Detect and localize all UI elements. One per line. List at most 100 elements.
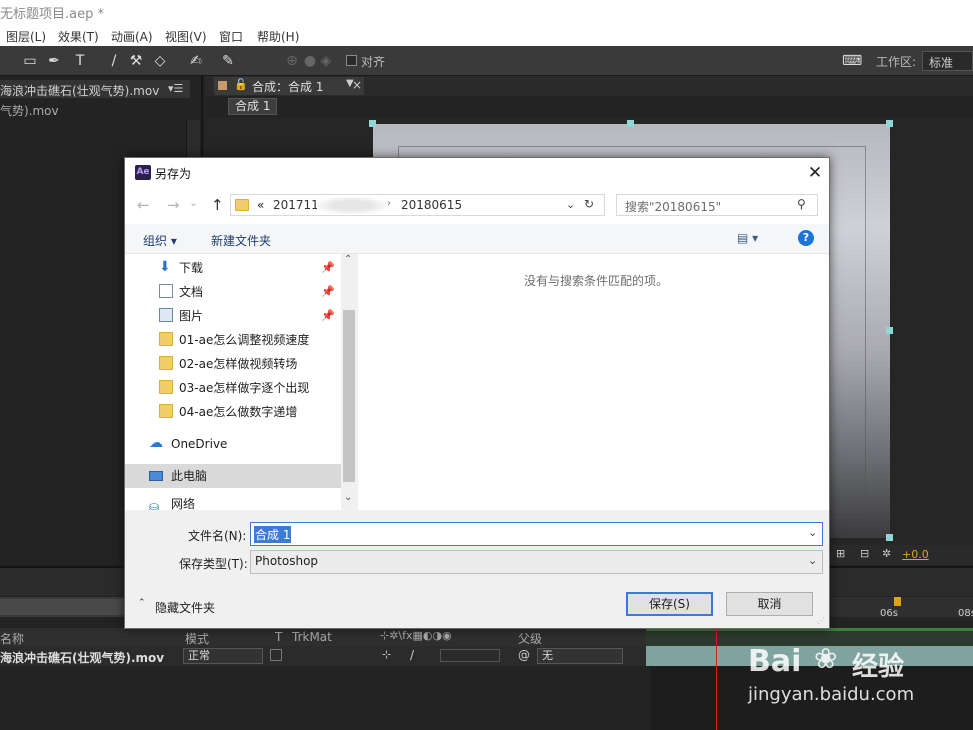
sidebar-item-label: OneDrive bbox=[171, 437, 228, 451]
file-list-pane[interactable]: 没有与搜索条件匹配的项。 bbox=[358, 254, 829, 510]
channel-icon[interactable]: ⊟ bbox=[860, 547, 869, 560]
sidebar-item-this-pc[interactable]: 此电脑 bbox=[125, 464, 341, 488]
menu-item-effect[interactable]: 效果(T) bbox=[58, 28, 99, 45]
menu-item-help[interactable]: 帮助(H) bbox=[257, 28, 299, 45]
region-icon[interactable]: ⊞ bbox=[836, 547, 845, 560]
search-input[interactable]: 搜索"20180615" ⚲ bbox=[616, 194, 818, 216]
view-options-icon[interactable]: ▤ ▾ bbox=[737, 231, 758, 245]
sidebar-item-folder-02[interactable]: 02-ae怎样做视频转场 bbox=[125, 352, 341, 376]
handle-bottom-right[interactable] bbox=[886, 534, 893, 541]
history-chevron-icon[interactable]: ⌄ bbox=[189, 196, 198, 209]
after-effects-icon: Ae bbox=[135, 165, 151, 180]
filetype-select[interactable]: Photoshop ⌄ bbox=[250, 550, 823, 574]
switches-boxes[interactable] bbox=[440, 649, 500, 662]
filename-field[interactable]: 合成 1 ⌄ bbox=[250, 522, 823, 546]
layer-mode-select[interactable]: 正常 bbox=[183, 648, 263, 664]
comp-breadcrumb[interactable]: 合成 1 bbox=[228, 98, 278, 115]
organize-button[interactable]: 组织 ▾ bbox=[143, 232, 177, 249]
address-overflow[interactable]: « bbox=[257, 198, 264, 212]
menu-item-window[interactable]: 窗口 bbox=[219, 28, 243, 45]
handle-top-left[interactable] bbox=[369, 120, 376, 127]
close-icon[interactable]: ✕ bbox=[803, 162, 827, 184]
puppet-pin-tool-icon[interactable]: ✎ bbox=[218, 51, 238, 71]
filename-value[interactable]: 合成 1 bbox=[254, 526, 292, 543]
tab-composition[interactable]: 🔓 合成：合成 1 ▼ bbox=[214, 77, 364, 95]
document-icon bbox=[159, 284, 173, 298]
roto-brush-tool-icon[interactable]: ✍ bbox=[186, 51, 206, 71]
exposure-value[interactable]: +0.0 bbox=[902, 548, 929, 561]
work-area-end-marker[interactable] bbox=[894, 597, 901, 606]
column-parent: 父级 bbox=[518, 632, 543, 646]
brush-tool-icon[interactable]: / bbox=[104, 51, 124, 71]
filetype-dropdown-icon[interactable]: ⌄ bbox=[808, 554, 817, 567]
shy-icon[interactable]: ⊹ bbox=[382, 648, 391, 661]
refresh-icon[interactable]: ↻ bbox=[584, 197, 594, 211]
chevron-up-icon[interactable]: ⌃ bbox=[138, 598, 146, 608]
handle-mid-right[interactable] bbox=[886, 327, 893, 334]
sidebar-item-documents[interactable]: 文档 📌 bbox=[125, 280, 341, 304]
project-item-tab[interactable]: 海浪冲击礁石(壮观气势).mov bbox=[0, 80, 190, 98]
pin-icon[interactable]: 📌 bbox=[321, 280, 335, 304]
dialog-title-bar: Ae 另存为 ✕ bbox=[125, 158, 829, 188]
menu-item-animation[interactable]: 动画(A) bbox=[111, 28, 153, 45]
pin-icon[interactable]: 📌 bbox=[321, 304, 335, 328]
search-placeholder: 搜索"20180615" bbox=[625, 200, 722, 214]
filename-dropdown-icon[interactable]: ⌄ bbox=[808, 526, 817, 539]
panel-menu-icon[interactable]: ▾☰ bbox=[168, 82, 183, 95]
align-checkbox[interactable] bbox=[346, 55, 357, 66]
rectangle-tool-icon[interactable]: ▭ bbox=[20, 51, 40, 71]
file-fields: 文件名(N): 合成 1 ⌄ 保存类型(T): Photoshop ⌄ bbox=[125, 510, 829, 580]
hide-folders-button[interactable]: 隐藏文件夹 bbox=[155, 599, 215, 616]
fast-preview-icon[interactable]: ✲ bbox=[882, 547, 891, 560]
resize-grip-icon[interactable]: ⋰ bbox=[817, 616, 825, 625]
search-icon[interactable]: ⚲ bbox=[797, 197, 806, 211]
sidebar-item-folder-01[interactable]: 01-ae怎么调整视频速度 bbox=[125, 328, 341, 352]
handle-top-right[interactable] bbox=[886, 120, 893, 127]
watermark-brand: Bai bbox=[748, 644, 802, 679]
workspace-icon[interactable]: ⌨ bbox=[842, 51, 862, 71]
text-tool-icon[interactable]: T bbox=[70, 51, 90, 71]
app-title-bar: 无标题项目.aep * bbox=[0, 0, 973, 24]
address-crumb-current[interactable]: 20180615 bbox=[401, 198, 462, 212]
sidebar-item-folder-04[interactable]: 04-ae怎么做数字递增 bbox=[125, 400, 341, 424]
quality-icon[interactable]: / bbox=[410, 648, 414, 662]
preserve-transparency-checkbox[interactable] bbox=[270, 649, 282, 661]
dialog-navigation-bar: ← → ⌄ ↑ « 201711 › 20180615 ⌄ ↻ 搜索"20180… bbox=[125, 188, 829, 224]
filetype-label: 保存类型(T): bbox=[179, 557, 248, 571]
clone-stamp-tool-icon[interactable]: ⚒ bbox=[126, 51, 146, 71]
handle-top-mid[interactable] bbox=[627, 120, 634, 127]
close-tab-icon[interactable]: × bbox=[352, 78, 362, 92]
navigation-scrollbar[interactable]: ⌃ ⌄ bbox=[341, 254, 357, 510]
anchor-icon: ⊕ bbox=[286, 53, 298, 69]
pick-whip-icon[interactable]: @ bbox=[518, 648, 530, 662]
up-arrow-icon[interactable]: ↑ bbox=[211, 196, 224, 214]
cancel-button[interactable]: 取消 bbox=[726, 592, 813, 616]
save-button[interactable]: 保存(S) bbox=[626, 592, 713, 616]
sidebar-item-network[interactable]: ⛁ 网络 bbox=[125, 494, 341, 510]
sidebar-item-folder-03[interactable]: 03-ae怎样做字逐个出现 bbox=[125, 376, 341, 400]
sidebar-item-label: 文档 bbox=[179, 285, 204, 299]
eraser-tool-icon[interactable]: ◇ bbox=[150, 51, 170, 71]
forward-arrow-icon[interactable]: → bbox=[167, 196, 180, 214]
back-arrow-icon[interactable]: ← bbox=[137, 196, 150, 214]
menu-item-view[interactable]: 视图(V) bbox=[165, 28, 207, 45]
help-icon[interactable]: ? bbox=[798, 230, 814, 246]
address-crumb-parent[interactable]: 201711 bbox=[273, 198, 319, 212]
sidebar-item-downloads[interactable]: ⬇ 下载 📌 bbox=[125, 256, 341, 280]
pin-icon[interactable]: 📌 bbox=[321, 256, 335, 280]
scroll-down-icon[interactable]: ⌄ bbox=[344, 492, 352, 503]
sidebar-item-pictures[interactable]: 图片 📌 bbox=[125, 304, 341, 328]
workspace-select[interactable]: 标准 bbox=[922, 51, 973, 71]
address-bar[interactable]: « 201711 › 20180615 ⌄ ↻ bbox=[230, 194, 605, 216]
scroll-thumb[interactable] bbox=[343, 310, 355, 482]
scroll-up-icon[interactable]: ⌃ bbox=[344, 254, 352, 265]
address-dropdown-icon[interactable]: ⌄ bbox=[566, 198, 575, 211]
parent-select[interactable]: 无 bbox=[537, 648, 623, 664]
layer-name[interactable]: 海浪冲击礁石(壮观气势).mov bbox=[0, 649, 164, 666]
lock-icon[interactable]: 🔓 bbox=[234, 78, 248, 91]
sidebar-item-onedrive[interactable]: ☁ OneDrive bbox=[125, 432, 341, 456]
new-folder-button[interactable]: 新建文件夹 bbox=[211, 232, 271, 249]
current-time-indicator[interactable] bbox=[716, 628, 717, 730]
pen-tool-icon[interactable]: ✒ bbox=[44, 51, 64, 71]
menu-item-layer[interactable]: 图层(L) bbox=[6, 28, 46, 45]
